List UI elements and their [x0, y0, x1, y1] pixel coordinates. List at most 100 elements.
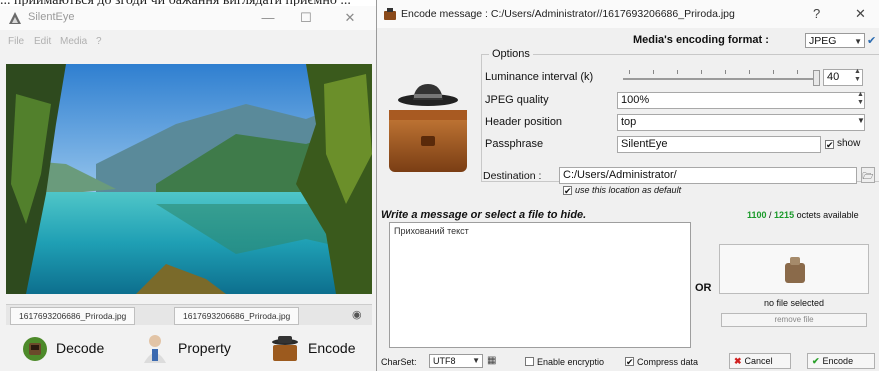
destination-label: Destination : [483, 170, 542, 182]
cancel-button[interactable]: ✖ Cancel [729, 353, 791, 369]
encode-label: Encode [308, 340, 356, 356]
help-button[interactable]: ? [813, 6, 820, 21]
octets-suffix: octets available [796, 210, 859, 220]
property-button[interactable]: Property [138, 330, 231, 366]
cancel-label: Cancel [744, 356, 773, 366]
spin-arrows-icon[interactable]: ▲ ▼ [854, 68, 861, 84]
passphrase-field[interactable]: SilentEye [617, 136, 821, 153]
encode-submit-button[interactable]: ✔ Encode [807, 353, 875, 369]
header-position-select[interactable]: top [617, 114, 865, 131]
message-heading: Write a message or select a file to hide… [381, 209, 587, 221]
dialog-close-button[interactable]: ✕ [855, 6, 866, 22]
image-tabs: 1617693206686_Priroda.jpg 1617693206686_… [6, 304, 372, 325]
remove-file-label: remove file [774, 315, 814, 324]
slider-tick [701, 70, 702, 74]
or-label: OR [695, 282, 712, 294]
header-position-value: top [621, 116, 637, 128]
encode-icon [272, 336, 298, 361]
file-status: no file selected [763, 298, 825, 308]
use-default-location-label: use this location as default [575, 185, 682, 195]
encode-check-icon: ✔ [812, 356, 820, 366]
slider-tick [653, 70, 654, 74]
octets-total: 1215 [774, 210, 795, 220]
octets-used: 1100 [747, 210, 767, 220]
close-tab-icon[interactable]: ◉ [352, 308, 362, 321]
message-text: Прихований текст [394, 226, 469, 236]
charset-label: CharSet: [381, 357, 417, 367]
encode-submit-label: Encode [822, 356, 854, 366]
dialog-title-bar: Encode message : C:/Users/Administrator/… [377, 0, 879, 28]
menu-bar: File Edit Media ? [0, 34, 376, 50]
show-label: show [837, 138, 861, 149]
passphrase-value: SilentEye [621, 138, 668, 150]
slider-tick [749, 70, 750, 74]
decode-icon [23, 337, 47, 361]
luminance-slider-handle[interactable] [813, 70, 820, 86]
encode-dialog: Encode message : C:/Users/Administrator/… [376, 0, 879, 371]
jpeg-quality-field[interactable]: 100% [617, 92, 865, 109]
charset-select[interactable]: UTF8 ▼ [429, 354, 483, 368]
slider-tick [773, 70, 774, 74]
minimize-button[interactable]: — [254, 8, 282, 28]
remove-file-button[interactable]: remove file [721, 313, 867, 327]
format-value: JPEG [809, 35, 837, 47]
menu-edit[interactable]: Edit [34, 36, 51, 47]
passphrase-label: Passphrase [485, 138, 544, 150]
cancel-icon: ✖ [734, 356, 742, 366]
compress-label: Compress data [637, 357, 699, 367]
dialog-footer: CharSet: UTF8 ▼ ▦ Enable encryptio ✔ Com… [377, 353, 879, 371]
jpeg-quality-value: 100% [621, 94, 650, 106]
browse-folder-button[interactable]: 🗁 [861, 167, 875, 183]
menu-media[interactable]: Media [60, 36, 87, 47]
jpeg-quality-label: JPEG quality [485, 94, 549, 106]
maximize-button[interactable]: ☐ [292, 8, 320, 28]
destination-value: C:/Users/Administrator/ [563, 169, 677, 181]
decode-label: Decode [56, 340, 105, 356]
window-title: SilentEye [28, 11, 75, 23]
file-bag-icon [785, 257, 805, 283]
options-title: Options [489, 48, 533, 60]
decode-button[interactable]: Decode [20, 330, 104, 366]
encryption-label: Enable encryptio [537, 357, 605, 367]
dialog-title: Encode message : C:/Users/Administrator/… [401, 8, 735, 20]
slider-tick [677, 70, 678, 74]
close-button[interactable]: ✕ [336, 8, 364, 28]
chevron-down-icon: ▼ [857, 116, 865, 125]
menu-file[interactable]: File [8, 36, 24, 47]
chevron-down-icon: ▼ [472, 356, 480, 365]
luminance-label: Luminance interval (k) [485, 71, 594, 83]
slider-tick [629, 70, 630, 74]
info-icon[interactable]: ✔ [867, 34, 876, 47]
charset-value: UTF8 [433, 356, 456, 366]
encryption-checkbox[interactable] [525, 357, 534, 366]
use-default-location-checkbox[interactable]: ✔ [563, 186, 572, 196]
format-label: Media's encoding format : [633, 34, 769, 46]
file-select-button[interactable] [719, 244, 869, 294]
format-select[interactable]: JPEG ▼ [805, 33, 865, 48]
main-window: SilentEye — ☐ ✕ File Edit Media ? 161769… [0, 6, 377, 371]
compress-checkbox[interactable]: ✔ [625, 357, 634, 367]
slider-tick [797, 70, 798, 74]
luminance-value: 40 [827, 71, 840, 83]
header-position-label: Header position [485, 116, 563, 128]
silenteye-logo-icon [9, 12, 21, 24]
hat-briefcase-icon [389, 84, 467, 172]
show-passphrase-checkbox[interactable]: ✔ [825, 140, 834, 150]
luminance-slider-track[interactable] [623, 78, 819, 80]
property-label: Property [178, 340, 231, 356]
destination-field[interactable]: C:/Users/Administrator/ [559, 167, 857, 184]
menu-help[interactable]: ? [96, 36, 102, 47]
slider-tick [725, 70, 726, 74]
title-bar: SilentEye — ☐ ✕ [0, 6, 376, 30]
media-preview-image [6, 64, 372, 294]
tab-image-1[interactable]: 1617693206686_Priroda.jpg [10, 307, 136, 325]
chevron-down-icon: ▼ [854, 37, 862, 46]
octets-available: 1100 / 1215 octets available [747, 210, 859, 220]
message-textarea[interactable]: Прихований текст [389, 222, 691, 348]
tab-image-2[interactable]: 1617693206686_Priroda.jpg [174, 307, 300, 325]
encode-button[interactable]: Encode [268, 330, 355, 366]
spin-arrows-icon[interactable]: ▲ ▼ [857, 91, 864, 107]
briefcase-icon [384, 8, 396, 20]
charset-info-icon[interactable]: ▦ [487, 355, 496, 366]
person-icon [144, 335, 166, 363]
